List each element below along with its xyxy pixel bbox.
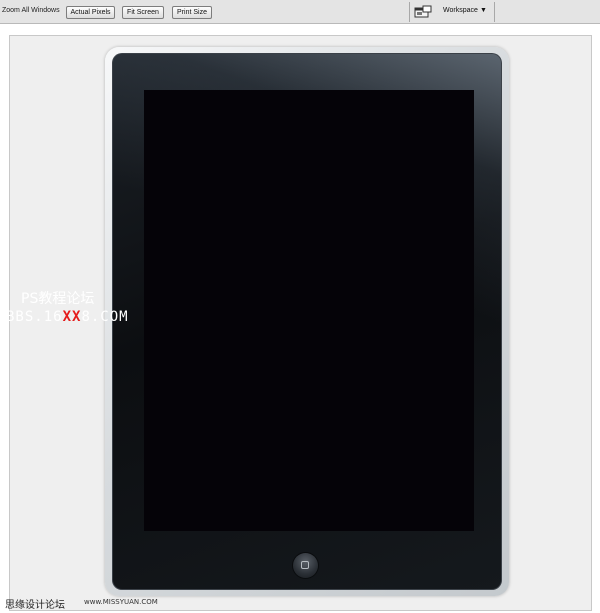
watermark-url-suffix: 8.COM bbox=[81, 309, 129, 325]
zoom-all-windows-label[interactable]: Zoom All Windows bbox=[2, 7, 60, 14]
ipad-screen bbox=[144, 90, 474, 531]
site-name-watermark: 思缘设计论坛 bbox=[5, 600, 65, 611]
chevron-down-icon[interactable]: ▼ bbox=[480, 7, 487, 14]
watermark-url-highlight: XX bbox=[62, 309, 82, 325]
palette-window-icon[interactable] bbox=[414, 5, 432, 19]
fit-screen-button[interactable]: Fit Screen bbox=[122, 6, 164, 19]
site-url-watermark: www.MISSYUAN.COM bbox=[84, 598, 158, 606]
toolbar-divider-right bbox=[494, 2, 495, 22]
toolbar-divider bbox=[409, 2, 410, 22]
home-square-icon bbox=[301, 561, 309, 569]
watermark-title: PS教程论坛 bbox=[21, 291, 95, 307]
workspace-menu[interactable]: Workspace bbox=[443, 7, 478, 14]
watermark-url: BBS.16XX8.COM bbox=[6, 309, 129, 325]
actual-pixels-button[interactable]: Actual Pixels bbox=[66, 6, 115, 19]
watermark-url-prefix: BBS.16 bbox=[6, 309, 63, 325]
options-toolbar: Zoom All Windows Actual Pixels Fit Scree… bbox=[0, 0, 600, 24]
print-size-button[interactable]: Print Size bbox=[172, 6, 212, 19]
